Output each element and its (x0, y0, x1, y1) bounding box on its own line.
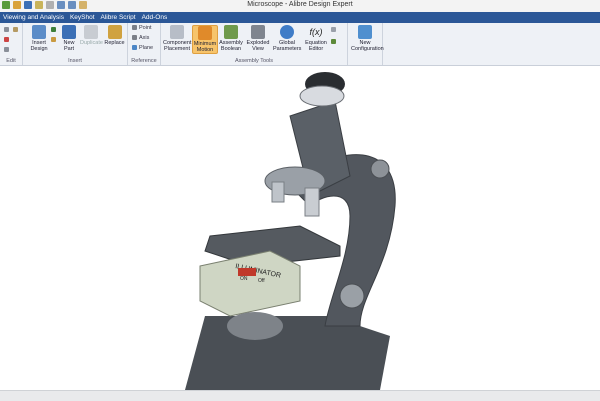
group-edit-label: Edit (6, 58, 16, 64)
delete-icon[interactable] (4, 37, 11, 43)
insert-design-button[interactable]: Insert Design (29, 25, 49, 52)
new-configuration-button[interactable]: New Configuration (351, 25, 384, 52)
title-bar: Microscope - Alibre Design Expert (0, 0, 600, 12)
component-placement-icon (170, 25, 184, 39)
microscope-model[interactable]: ILLUMINATOR ON Off (0, 66, 600, 390)
illuminator-box (199, 250, 301, 317)
replace-icon (107, 25, 122, 39)
paste-icon[interactable] (13, 27, 20, 33)
replace-button[interactable]: Replace (104, 25, 125, 46)
duplicate-icon (84, 25, 98, 39)
plane-label: Plane (139, 45, 154, 51)
group-assembly-tools-label: Assembly Tools (234, 58, 274, 64)
eyepiece-ring (299, 85, 345, 107)
objective-lens-2 (271, 181, 285, 203)
ribbon: Edit Insert Design New Part Duplicate Re… (0, 23, 600, 66)
axis-label: Axis (139, 35, 150, 41)
menu-bar: Viewing and Analysis KeyShot Alibre Scri… (0, 12, 600, 23)
component-placement-button[interactable]: Component Placement (163, 25, 191, 52)
illuminator-off-label: Off (258, 278, 265, 284)
point-button[interactable]: Point (132, 25, 152, 31)
insert-design-label: Insert Design (30, 40, 48, 52)
group-reference-label: Reference (131, 58, 157, 64)
equation-editor-icon: f(x) (309, 27, 323, 37)
group-reference: Point Axis Plane Reference (128, 23, 161, 65)
new-part-button[interactable]: New Part (60, 25, 78, 52)
axis-icon (132, 35, 137, 41)
new-configuration-label: New Configuration (351, 40, 384, 52)
group-insert: Insert Design New Part Duplicate Replace… (23, 23, 128, 65)
window-title: Microscope - Alibre Design Expert (247, 1, 353, 8)
insert-design-icon (32, 25, 46, 39)
coarse-focus-knob[interactable] (370, 159, 390, 179)
equation-editor-button[interactable]: f(x) Equation Editor (303, 25, 329, 52)
minimum-motion-button[interactable]: Minimum Motion (192, 25, 218, 54)
status-bar (0, 390, 600, 401)
duplicate-label: Duplicate (80, 40, 103, 46)
point-label: Point (139, 25, 152, 31)
menu-keyshot[interactable]: KeyShot (67, 12, 98, 23)
copy-icon[interactable] (4, 47, 11, 53)
duplicate-button[interactable]: Duplicate (80, 25, 103, 46)
global-parameters-label: Global Parameters (273, 40, 302, 52)
insert-small-icon-1[interactable] (51, 27, 58, 33)
point-icon (132, 25, 137, 31)
menu-alibre-script[interactable]: Alibre Script (98, 12, 139, 23)
replace-label: Replace (104, 40, 125, 46)
axis-button[interactable]: Axis (132, 35, 149, 41)
minimum-motion-label: Minimum Motion (193, 41, 217, 53)
assembly-boolean-icon (224, 25, 238, 39)
group-configuration: New Configuration (348, 23, 384, 65)
global-parameters-button[interactable]: Global Parameters (273, 25, 301, 52)
menu-viewing-analysis[interactable]: Viewing and Analysis (0, 12, 67, 23)
assembly-extra-icon-1[interactable] (331, 27, 338, 33)
cut-icon[interactable] (4, 27, 11, 33)
group-insert-label: Insert (68, 58, 82, 64)
group-assembly-tools: Component Placement Minimum Motion Assem… (161, 23, 348, 65)
plane-icon (132, 45, 137, 51)
objective-lens (304, 187, 320, 217)
exploded-view-button[interactable]: Exploded View (246, 25, 270, 52)
assembly-boolean-button[interactable]: Assembly Boolean (218, 25, 244, 52)
illuminator-switch[interactable] (238, 268, 256, 276)
global-parameters-icon (280, 25, 294, 39)
group-edit: Edit (0, 23, 23, 65)
exploded-view-icon (251, 25, 265, 39)
fine-focus-knob[interactable] (339, 283, 365, 309)
3d-viewport[interactable]: ILLUMINATOR ON Off (0, 66, 600, 390)
equation-editor-label: Equation Editor (305, 40, 327, 52)
assembly-extra-icon-2[interactable] (331, 39, 338, 45)
new-part-icon (62, 25, 76, 39)
component-placement-label: Component Placement (163, 40, 192, 52)
exploded-view-label: Exploded View (246, 40, 270, 52)
new-configuration-icon (358, 25, 372, 39)
mirror-disc (227, 312, 283, 340)
menu-add-ons[interactable]: Add-Ons (139, 12, 171, 23)
assembly-boolean-label: Assembly Boolean (219, 40, 243, 52)
new-part-label: New Part (63, 40, 75, 52)
illuminator-on-label: ON (240, 276, 248, 282)
plane-button[interactable]: Plane (132, 45, 153, 51)
microscope-base (185, 316, 390, 390)
minimum-motion-icon (198, 26, 212, 40)
insert-small-icon-2[interactable] (51, 37, 58, 43)
